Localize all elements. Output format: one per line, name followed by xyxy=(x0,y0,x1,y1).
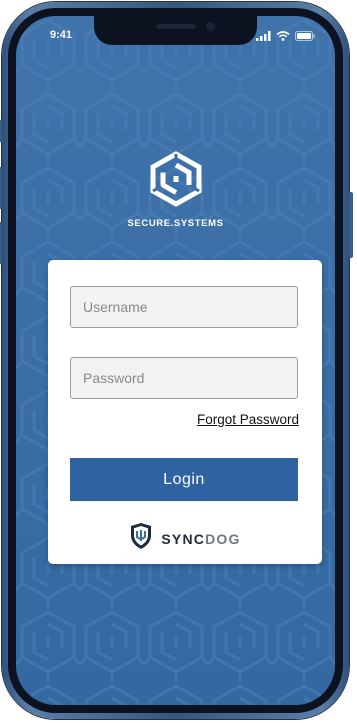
login-button[interactable]: Login xyxy=(70,458,298,501)
brand-header: SECURE.SYSTEMS xyxy=(16,151,335,229)
login-card: Forgot Password Login SYNCDOG xyxy=(48,260,322,564)
secure-systems-logo-icon xyxy=(146,151,206,212)
syncdog-wordmark-sync: SYNC xyxy=(161,530,206,547)
phone-screen: 9:41 SECURE.SYSTEMS Username Forgot Pass… xyxy=(16,16,335,705)
status-icons xyxy=(256,28,315,46)
battery-icon xyxy=(295,28,315,46)
earpiece-speaker xyxy=(156,24,196,29)
username-input[interactable] xyxy=(70,286,298,328)
brand-name: SECURE.SYSTEMS xyxy=(127,218,224,229)
signal-icon xyxy=(256,28,271,46)
forgot-password-link[interactable]: Forgot Password xyxy=(197,412,299,427)
syncdog-logo: SYNCDOG xyxy=(48,522,322,555)
mute-switch xyxy=(0,120,2,142)
syncdog-wordmark: SYNCDOG xyxy=(161,531,240,547)
status-time: 9:41 xyxy=(50,29,73,41)
syncdog-shield-icon xyxy=(129,522,153,555)
syncdog-wordmark-dog: DOG xyxy=(205,530,241,547)
password-input[interactable] xyxy=(70,357,298,399)
device-notch xyxy=(94,16,257,45)
phone-frame: 9:41 SECURE.SYSTEMS Username Forgot Pass… xyxy=(0,2,353,719)
front-camera xyxy=(206,22,215,31)
wifi-icon xyxy=(276,28,290,46)
volume-up-button xyxy=(0,167,2,209)
power-button xyxy=(349,192,353,258)
volume-down-button xyxy=(0,222,2,264)
home-indicator xyxy=(116,693,236,697)
